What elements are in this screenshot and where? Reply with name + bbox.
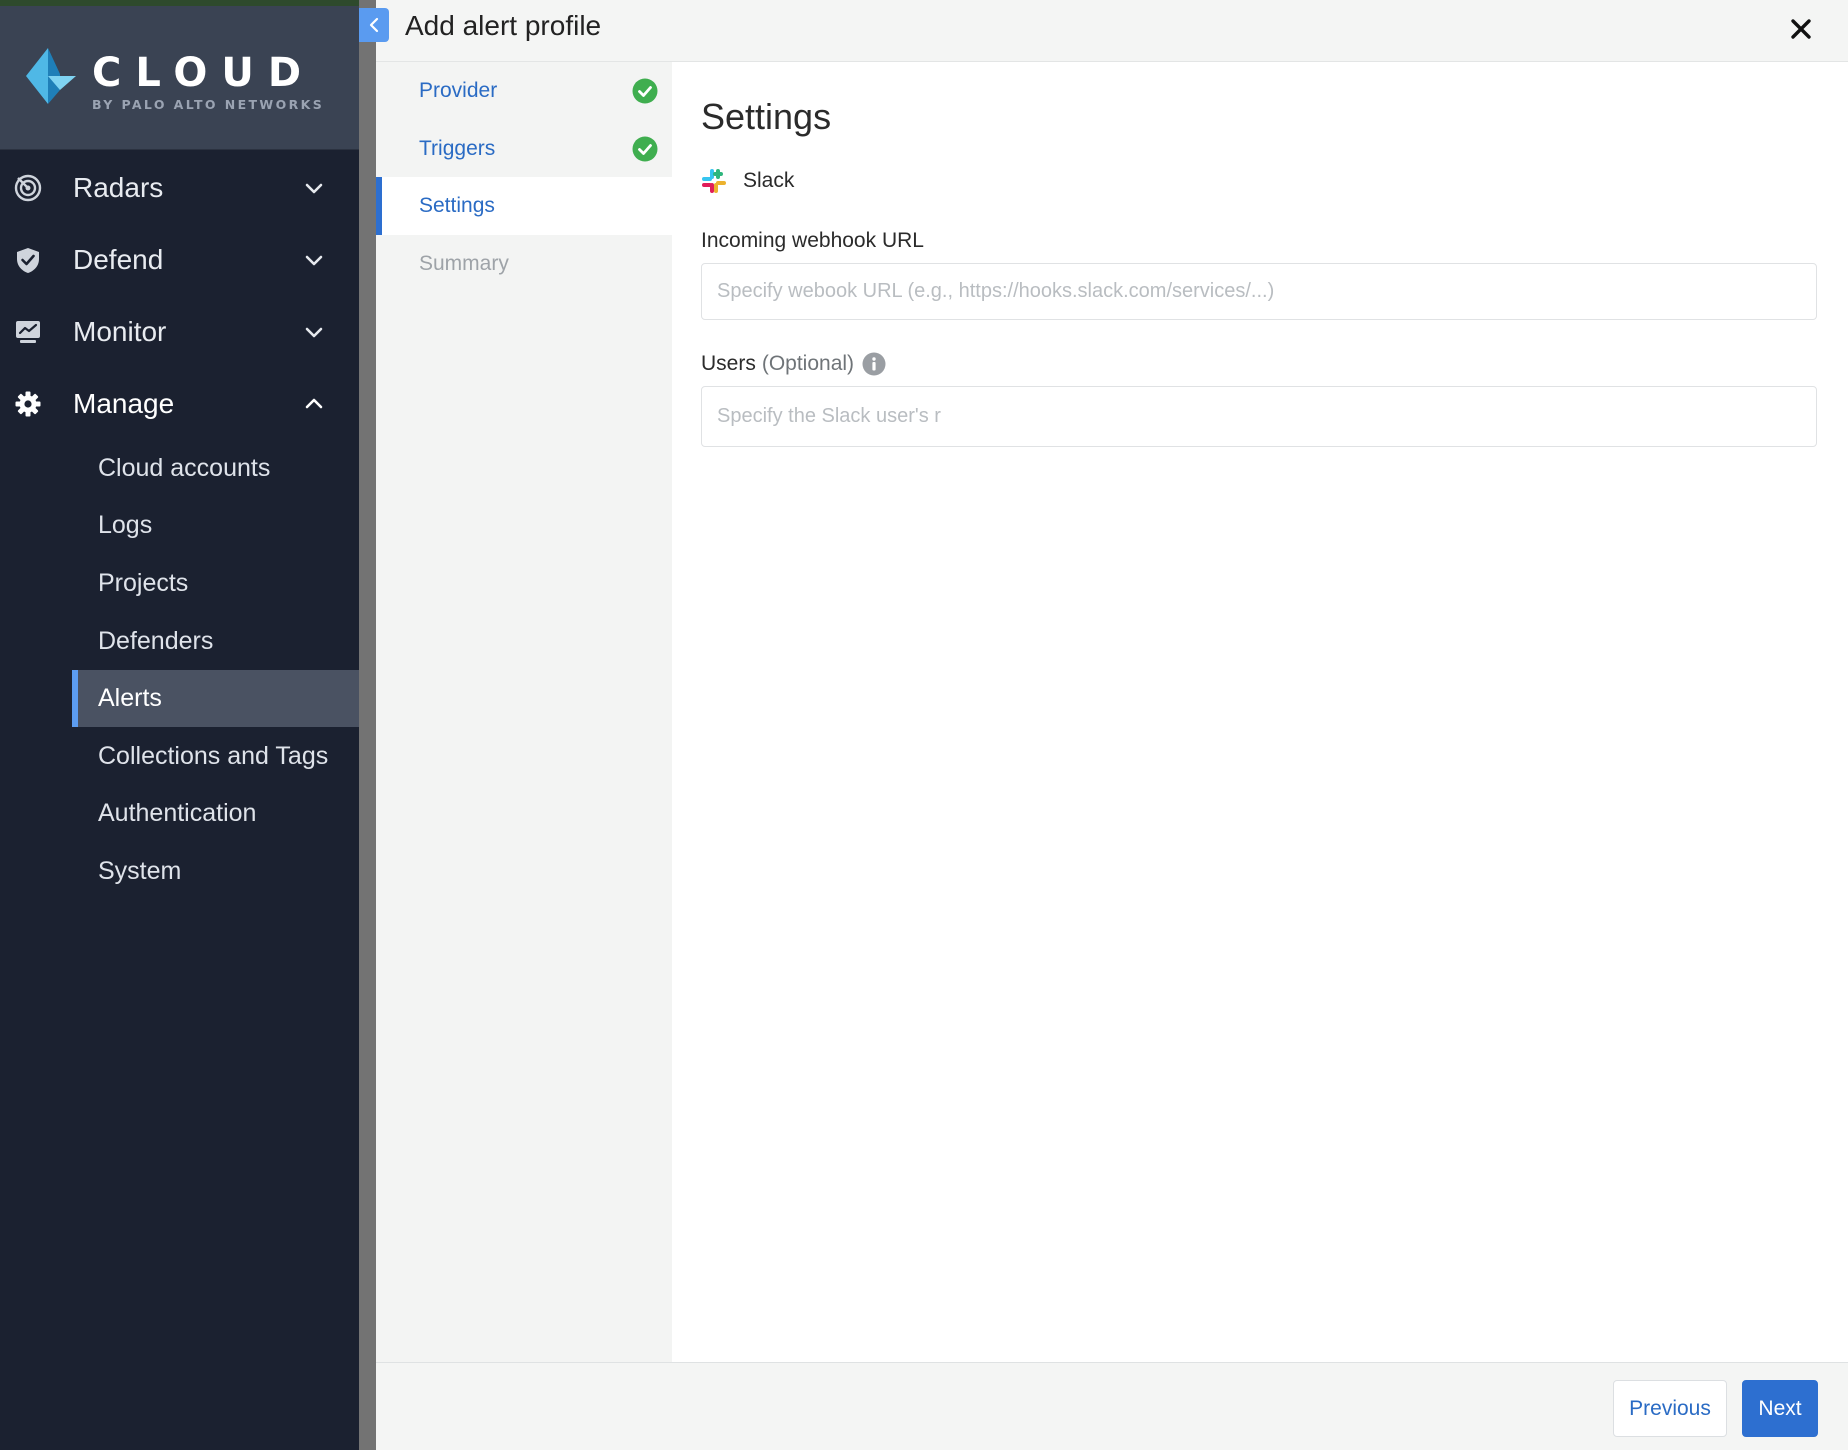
slack-icon (702, 169, 726, 193)
sidebar-item-label: Collections and Tags (98, 742, 329, 770)
provider-name: Slack (743, 169, 795, 192)
step-label: Summary (419, 252, 509, 275)
sidebar-item-projects[interactable]: Projects (72, 555, 359, 612)
logo-icon (26, 48, 76, 104)
webhook-url-label: Incoming webhook URL (701, 229, 924, 253)
chevron-down-icon (305, 183, 323, 194)
drawer-footer: Previous Next (376, 1362, 1848, 1450)
nav-radars-label: Radars (73, 172, 164, 203)
step-label: Settings (419, 194, 495, 217)
brand-logo[interactable]: CLOUD BY PALO ALTO NETWORKS (0, 0, 359, 150)
shield-icon (14, 246, 42, 274)
sidebar-item-system[interactable]: System (72, 843, 359, 900)
nav-defend-label: Defend (73, 244, 164, 275)
chevron-up-icon (305, 398, 323, 409)
add-alert-profile-drawer: Add alert profile Provider Triggers Sett… (359, 0, 1848, 1450)
check-circle-icon (632, 136, 658, 162)
top-accent-strip (0, 0, 376, 6)
previous-button[interactable]: Previous (1613, 1380, 1727, 1437)
step-triggers[interactable]: Triggers (376, 120, 672, 178)
logo-tagline: BY PALO ALTO NETWORKS (92, 97, 325, 112)
nav-monitor-label: Monitor (73, 316, 167, 347)
sidebar-item-authentication[interactable]: Authentication (72, 785, 359, 842)
monitor-icon (14, 318, 42, 346)
check-circle-icon (632, 78, 658, 104)
modal-backdrop[interactable] (359, 0, 376, 1450)
sidebar-item-label: Alerts (98, 684, 162, 712)
sidebar-item-label: Cloud accounts (98, 454, 271, 482)
next-button-label: Next (1758, 1396, 1802, 1420)
drawer-title: Add alert profile (405, 10, 602, 41)
step-summary[interactable]: Summary (376, 235, 672, 293)
previous-button-label: Previous (1629, 1396, 1711, 1420)
sidebar-item-logs[interactable]: Logs (72, 497, 359, 554)
webhook-url-input[interactable] (701, 263, 1817, 320)
users-label-text: Users (701, 352, 756, 375)
collapse-drawer-button[interactable] (359, 8, 389, 42)
users-label: Users (Optional) (701, 352, 886, 376)
sidebar-item-label: Logs (98, 511, 153, 539)
chevron-down-icon (305, 255, 323, 266)
chevron-down-icon (305, 327, 323, 338)
nav-manage[interactable]: Manage (0, 372, 359, 436)
nav-radars[interactable]: Radars (0, 156, 359, 220)
step-label: Provider (419, 79, 498, 102)
close-button[interactable] (1784, 12, 1818, 46)
sidebar-item-label: System (98, 857, 182, 885)
sidebar-item-collections-and-tags[interactable]: Collections and Tags (72, 728, 359, 785)
settings-form: Settings Slack Incoming webhook URL User… (672, 62, 1848, 1362)
nav-defend[interactable]: Defend (0, 228, 359, 292)
step-label: Triggers (419, 137, 496, 160)
close-icon (1791, 19, 1811, 39)
sidebar-item-alerts[interactable]: Alerts (72, 670, 359, 727)
sidebar-item-label: Projects (98, 569, 189, 597)
chevron-left-icon (369, 17, 379, 33)
provider-indicator: Slack (701, 168, 794, 194)
step-settings[interactable]: Settings (376, 177, 672, 235)
sidebar-item-cloud-accounts[interactable]: Cloud accounts (72, 440, 359, 497)
wizard-steps: Provider Triggers Settings Summary (376, 62, 672, 1362)
radar-icon (14, 174, 42, 202)
sidebar-item-defenders[interactable]: Defenders (72, 613, 359, 670)
step-provider[interactable]: Provider (376, 62, 672, 120)
sidebar-item-label: Defenders (98, 627, 214, 655)
optional-hint: (Optional) (761, 352, 855, 375)
main-sidebar: CLOUD BY PALO ALTO NETWORKS Radars Defen… (0, 0, 359, 1450)
webhook-url-label-text: Incoming webhook URL (701, 229, 924, 252)
nav-manage-label: Manage (73, 388, 175, 419)
next-button[interactable]: Next (1742, 1380, 1818, 1437)
slack-users-input[interactable] (701, 386, 1817, 447)
logo-wordmark: CLOUD (92, 50, 316, 96)
drawer-header: Add alert profile (376, 0, 1848, 62)
page-title: Settings (701, 96, 832, 137)
info-icon[interactable] (862, 352, 886, 376)
nav-monitor[interactable]: Monitor (0, 300, 359, 364)
gear-icon (14, 390, 42, 418)
sidebar-item-label: Authentication (98, 799, 257, 827)
